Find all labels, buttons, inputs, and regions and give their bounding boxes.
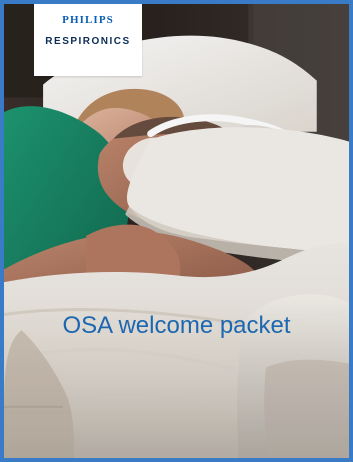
logo-brand-text: PHILIPS [62, 14, 114, 26]
philips-respironics-logo: PHILIPS RESPIRONICS [34, 4, 142, 76]
logo-product-text: RESPIRONICS [45, 36, 131, 47]
welcome-packet-cover: PHILIPS RESPIRONICS OSA welcome packet [0, 0, 353, 462]
cover-title: OSA welcome packet [62, 312, 291, 339]
